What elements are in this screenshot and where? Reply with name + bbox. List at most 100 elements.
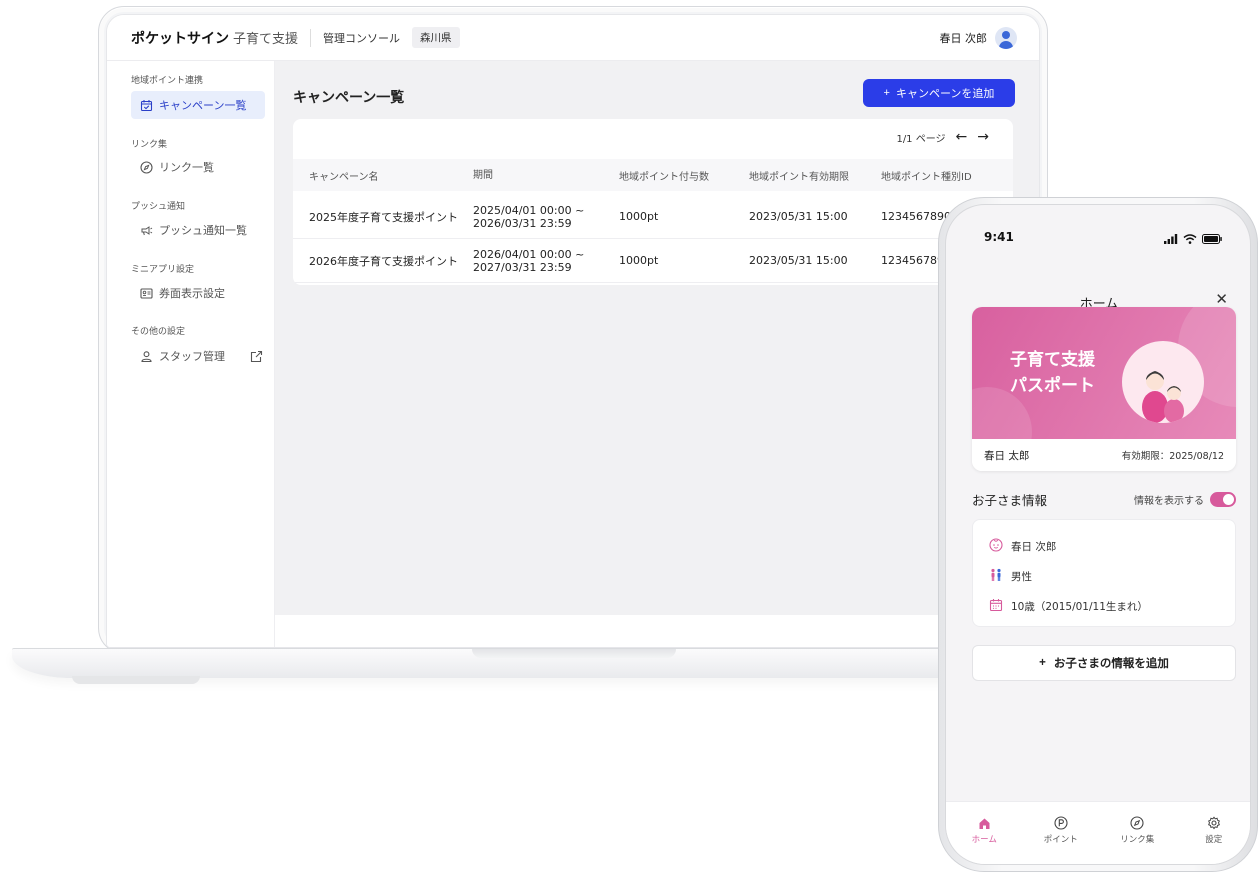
prefecture-badge[interactable]: 森川県 (412, 27, 460, 48)
sidebar-item-push[interactable]: プッシュ通知一覧 (131, 216, 265, 244)
tab-label: リンク集 (1120, 835, 1155, 845)
table-row[interactable]: 2026年度子育て支援ポイント… 2026/04/01 00:00 ~ 2027… (293, 239, 1013, 283)
tab-label: 設定 (1205, 835, 1223, 845)
tab-home[interactable]: ホーム (946, 802, 1023, 864)
status-bar: 9:41 (946, 205, 1250, 261)
megaphone-icon (139, 223, 153, 237)
tab-label: ホーム (971, 835, 997, 845)
sidebar-item-label: 券面表示設定 (159, 287, 225, 300)
campaign-points: 1000pt (619, 254, 659, 267)
period-end: 2026/03/31 23:59 (473, 216, 572, 230)
period-end: 2027/03/31 23:59 (473, 260, 572, 274)
console-nav-link[interactable]: 管理コンソール (323, 30, 400, 46)
brand-subtitle: 子育て支援 (233, 31, 299, 47)
campaign-period: 2026/04/01 00:00 ~ 2027/03/31 23:59 (459, 248, 605, 274)
user-menu[interactable]: 春日 次郎 (939, 27, 1017, 49)
passport-banner: 子育て支援 パスポート (972, 307, 1236, 439)
tab-links[interactable]: リンク集 (1099, 802, 1176, 864)
user-name: 春日 次郎 (939, 32, 988, 45)
baby-face-icon (989, 538, 1003, 555)
child-gender: 男性 (1011, 571, 1032, 583)
show-info-toggle-group[interactable]: 情報を表示する (1134, 492, 1236, 507)
tab-points[interactable]: ポイント (1023, 802, 1100, 864)
column-header: 地域ポイント有効期限 (749, 171, 849, 183)
status-icons (1164, 229, 1222, 248)
sidebar: 地域ポイント連携 キャンペーン一覧 リンク集 リンク一覧 プッシュ通知 プッシュ… (107, 61, 275, 647)
campaign-expiry: 2023/05/31 15:00 (749, 210, 848, 223)
add-campaign-button[interactable]: + キャンペーンを追加 (863, 79, 1015, 107)
admin-console-window: ポケットサイン 子育て支援 管理コンソール 森川県 春日 次郎 地域ポイント連携… (106, 14, 1040, 648)
id-card-icon (139, 286, 153, 300)
sidebar-item-label: プッシュ通知一覧 (159, 224, 247, 237)
child-name: 春日 次郎 (1011, 541, 1057, 553)
brand-name: ポケットサイン (131, 30, 229, 47)
pagination: 1/1 ページ ← → (896, 129, 989, 145)
bottom-tab-bar: ホーム ポイント リンク集 設定 (946, 801, 1251, 864)
campaign-table: 1/1 ページ ← → キャンペーン名 期間 地域ポイント付与数 地域ポイント有… (293, 119, 1013, 285)
external-link-icon[interactable] (249, 349, 263, 363)
table-row[interactable]: 2025年度子育て支援ポイント… 2025/04/01 00:00 ~ 2026… (293, 195, 1013, 239)
child-name-row: 春日 次郎 (989, 538, 1056, 555)
passport-card[interactable]: 子育て支援 パスポート 春日 太郎 有効期限：2025/08/12 (972, 307, 1236, 471)
add-campaign-label: キャンペーンを追加 (895, 88, 995, 100)
console-topbar: ポケットサイン 子育て支援 管理コンソール 森川県 春日 次郎 (107, 15, 1039, 61)
campaign-points: 1000pt (619, 210, 659, 223)
battery-icon (1202, 229, 1222, 248)
child-info-card: 春日 次郎 男性 10歳（2015/01/11生まれ） (972, 519, 1236, 627)
child-age-row: 10歳（2015/01/11生まれ） (989, 598, 1148, 615)
sidebar-item-links[interactable]: リンク一覧 (131, 153, 265, 181)
period-start: 2025/04/01 00:00 ~ (473, 203, 585, 217)
status-time: 9:41 (984, 230, 1014, 244)
compass-icon (1130, 816, 1144, 830)
sidebar-item-label: リンク一覧 (159, 161, 214, 174)
page-title: キャンペーン一覧 (293, 90, 405, 106)
gender-icon (989, 568, 1003, 585)
sidebar-item-label: キャンペーン一覧 (159, 99, 247, 112)
passport-title-line1: 子育て支援 (1010, 350, 1095, 370)
children-illustration-icon (1122, 341, 1204, 423)
passport-expiry: 有効期限：2025/08/12 (1121, 451, 1224, 462)
toggle-label: 情報を表示する (1134, 496, 1204, 507)
add-child-button[interactable]: + お子さまの情報を追加 (972, 645, 1236, 681)
gear-icon (1207, 816, 1221, 830)
sidebar-item-card-display[interactable]: 券面表示設定 (131, 279, 265, 307)
close-icon[interactable]: ✕ (1215, 290, 1228, 308)
show-info-toggle[interactable] (1210, 492, 1236, 507)
brand-logo[interactable]: ポケットサイン 子育て支援 (131, 28, 298, 48)
avatar[interactable] (995, 27, 1017, 49)
sidebar-section-label: その他の設定 (131, 327, 186, 337)
passport-title-line2: パスポート (1010, 376, 1095, 396)
plus-icon: + (883, 87, 890, 99)
laptop-notch (472, 649, 676, 658)
calendar-icon (989, 598, 1003, 615)
sidebar-item-campaigns[interactable]: キャンペーン一覧 (131, 91, 265, 119)
passport-title: 子育て支援 パスポート (1010, 347, 1095, 399)
passport-holder: 春日 太郎 (984, 449, 1030, 462)
wifi-icon (1183, 229, 1197, 248)
table-header: キャンペーン名 期間 地域ポイント付与数 地域ポイント有効期限 地域ポイント種別… (293, 159, 1013, 191)
passport-footer: 春日 太郎 有効期限：2025/08/12 (972, 439, 1236, 471)
period-start: 2026/04/01 00:00 ~ (473, 247, 585, 261)
child-info-header: お子さま情報 情報を表示する (972, 490, 1236, 509)
tab-settings[interactable]: 設定 (1176, 802, 1251, 864)
sidebar-section-label: 地域ポイント連携 (131, 76, 204, 86)
arrow-right-icon[interactable]: → (977, 129, 989, 145)
sidebar-section-label: リンク集 (131, 140, 168, 150)
tab-label: ポイント (1043, 835, 1078, 845)
add-child-label: お子さまの情報を追加 (1053, 658, 1169, 670)
sidebar-section-label: プッシュ通知 (131, 202, 186, 212)
campaign-name: 2025年度子育て支援ポイント… (309, 210, 459, 224)
child-age: 10歳（2015/01/11生まれ） (1011, 601, 1148, 613)
phone-screen: 9:41 ホーム ✕ 子育て支援 パスポート 春日 太郎 有効期限：2025/0… (945, 204, 1251, 865)
plus-icon: + (1039, 657, 1046, 669)
sidebar-item-staff[interactable]: スタッフ管理 (131, 342, 265, 370)
compass-icon (139, 160, 153, 174)
sidebar-section-label: ミニアプリ設定 (131, 265, 195, 275)
child-info-title: お子さま情報 (972, 493, 1048, 508)
column-header: 期間 (473, 169, 493, 181)
topbar-divider (310, 28, 312, 47)
arrow-left-icon[interactable]: ← (956, 129, 968, 145)
user-icon (139, 349, 153, 363)
column-header: 地域ポイント付与数 (619, 171, 709, 183)
column-header: キャンペーン名 (309, 171, 379, 183)
